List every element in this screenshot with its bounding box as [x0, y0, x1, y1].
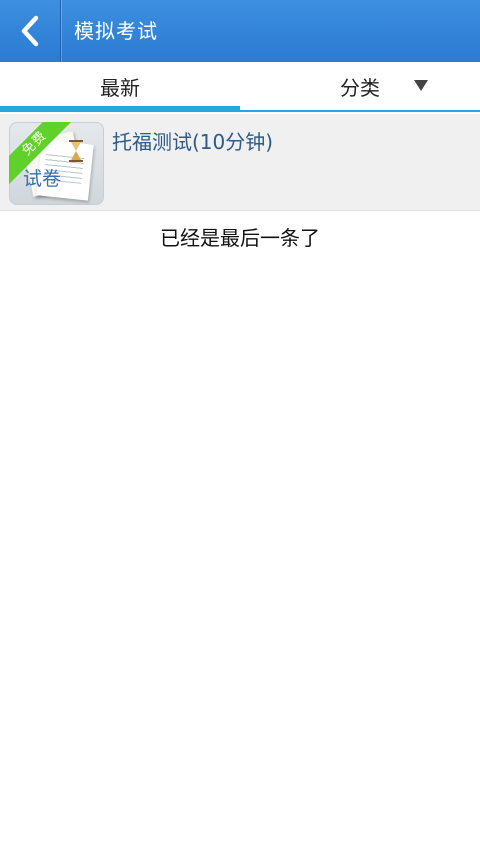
header-bar: 模拟考试 [0, 0, 480, 62]
tab-latest[interactable]: 最新 [0, 62, 240, 110]
exam-title: 托福测试(10分钟) [112, 130, 274, 154]
tab-category-label: 分类 [340, 75, 380, 100]
tab-bar: 最新 分类 [0, 62, 480, 112]
app-screen: 模拟考试 最新 分类 免费 试卷 托福测试(10分钟) 已经是最后一条了 [0, 0, 480, 854]
end-of-list-message: 已经是最后一条了 [160, 226, 320, 250]
hourglass-icon [69, 140, 83, 162]
header-divider [60, 0, 61, 62]
list-item[interactable]: 免费 试卷 托福测试(10分钟) [0, 114, 480, 211]
tab-category[interactable]: 分类 [240, 62, 480, 110]
thumbnail-label: 试卷 [23, 168, 62, 190]
tab-latest-label: 最新 [100, 75, 140, 100]
exam-thumbnail: 免费 试卷 [9, 122, 104, 205]
tab-selected-indicator [0, 106, 240, 112]
triangle-down-icon [414, 80, 428, 91]
chevron-left-icon [21, 15, 39, 47]
page-title: 模拟考试 [74, 19, 158, 43]
back-button[interactable] [0, 0, 60, 62]
